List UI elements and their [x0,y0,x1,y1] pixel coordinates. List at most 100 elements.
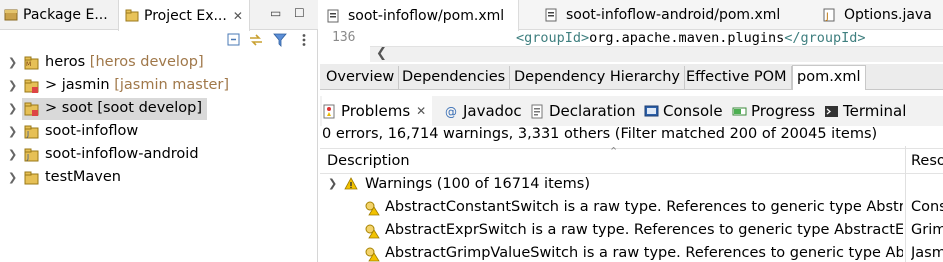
bottom-view-tabbar: Problems ✕ @ Javadoc Declaration Console [320,96,943,126]
java-project-icon: J [24,147,40,163]
tab-pom-xml[interactable]: pom.xml [792,65,866,90]
tab-soot-infoflow-pom[interactable]: soot-infoflow/pom.xml [320,0,520,31]
xml-file-icon [544,8,558,22]
row-resource: Cons [911,199,943,215]
svg-text:M: M [26,61,31,68]
editor-tab-label: Options.java [844,7,932,23]
svg-text:J: J [26,153,29,161]
tree-item-soot[interactable]: ❯ > soot [soot develop] [0,98,318,120]
editor-tab-label: soot-infoflow/pom.xml [348,7,505,24]
tab-problems[interactable]: Problems ✕ [322,96,433,126]
tab-progress[interactable]: Progress [732,96,815,126]
tree-item-testmaven[interactable]: ❯ testMaven [0,167,318,189]
tab-dependencies[interactable]: Dependencies [398,66,511,90]
xml-file-icon [326,9,340,23]
package-explorer-icon [4,8,18,22]
project-folder-icon [24,170,40,186]
view-tab-label: Terminal [843,102,907,120]
tab-options-java[interactable]: J Options.java [822,0,932,30]
tab-project-explorer[interactable]: Project Ex... ✕ [118,0,250,31]
chevron-right-icon[interactable]: ❯ [8,148,17,161]
warning-icon [364,246,380,262]
table-row[interactable]: AbstractConstantSwitch is a raw type. Re… [320,197,943,220]
svg-text:J: J [825,12,829,22]
git-project-icon [24,78,40,94]
java-project-icon: J [24,124,40,140]
git-branch-label: [jasmin master] [114,77,230,93]
project-name: > jasmin [45,77,110,93]
group-label: Warnings (100 of 16714 items) [365,176,591,192]
chevron-right-icon[interactable]: ❯ [8,171,17,184]
pom-editor-tabs: Overview Dependencies Dependency Hierarc… [320,64,943,90]
tab-package-explorer[interactable]: Package E... [4,0,108,30]
minimize-icon[interactable]: ▭ [270,6,281,20]
tab-project-explorer-label: Project Ex... [144,7,227,24]
editor-tabbar: soot-infoflow/pom.xml soot-infoflow-andr… [320,0,943,31]
tab-dependency-hierarchy[interactable]: Dependency Hierarchy [510,66,685,90]
tab-declaration[interactable]: Declaration [530,96,635,126]
link-with-editor-icon[interactable] [248,32,264,48]
terminal-icon [824,104,839,119]
tree-item-jasmin[interactable]: ❯ > jasmin [jasmin master] [0,75,318,97]
tab-console[interactable]: Console [644,96,723,126]
tab-package-explorer-label: Package E... [23,7,108,23]
declaration-icon [530,104,545,119]
view-tab-label: Declaration [549,102,636,120]
xml-text: org.apache.maven.plugins [589,30,785,46]
maven-project-icon: M [24,55,40,71]
close-icon[interactable]: ✕ [416,104,426,118]
column-header-description[interactable]: Description [327,153,410,169]
chevron-right-icon[interactable]: ❯ [8,125,17,138]
table-group-row[interactable]: ❯ Warnings (100 of 16714 items) [320,174,943,197]
close-icon[interactable]: ✕ [233,9,243,23]
sort-indicator-icon: ⌃ [609,145,619,158]
project-name: soot-infoflow [45,123,139,139]
javadoc-icon: @ [444,104,459,119]
console-icon [644,104,659,119]
progress-icon [732,104,747,119]
row-resource: Jasm [911,245,943,261]
tab-soot-infoflow-android-pom[interactable]: soot-infoflow-android/pom.xml [544,0,780,30]
problems-icon [322,104,337,119]
code-line: <groupId>org.apache.maven.plugins</group… [516,30,866,46]
tree-item-heros[interactable]: ❯ M heros [heros develop] [0,52,318,74]
tab-overview[interactable]: Overview [322,66,400,90]
maximize-icon[interactable]: ☐ [294,6,305,20]
chevron-right-icon[interactable]: ❯ [8,102,17,115]
warning-icon [344,177,360,193]
java-file-icon: J [822,8,836,22]
chevron-right-icon[interactable]: ❯ [8,79,17,92]
problems-table: ⌃ Description Reso ❯ Warnings (100 of 16… [320,145,943,262]
svg-text:J: J [26,130,29,138]
view-tab-label: Problems [341,102,411,120]
scroll-left-icon[interactable]: ❮ [376,46,387,61]
tab-terminal[interactable]: Terminal [824,96,906,126]
row-resource: Grim [911,222,943,238]
row-description: AbstractExprSwitch is a raw type. Refere… [385,222,903,238]
project-name: soot-infoflow-android [45,146,199,162]
table-row[interactable]: AbstractGrimpValueSwitch is a raw type. … [320,243,943,262]
collapse-all-icon[interactable] [226,32,242,48]
horizontal-scrollbar[interactable]: ❮ [370,46,943,62]
warning-icon [364,223,380,239]
view-tab-label: Console [663,102,723,120]
tab-javadoc[interactable]: @ Javadoc [444,96,522,126]
filter-icon[interactable] [272,32,288,48]
project-name: > soot [soot develop] [45,100,202,116]
editor-area: soot-infoflow/pom.xml soot-infoflow-andr… [320,0,943,262]
git-branch-label: [heros develop] [89,54,204,70]
row-description: AbstractGrimpValueSwitch is a raw type. … [385,245,903,261]
project-name: testMaven [45,169,121,185]
editor-tab-label: soot-infoflow-android/pom.xml [566,7,781,23]
project-name: heros [45,54,86,70]
view-menu-icon[interactable] [296,32,312,48]
table-header: ⌃ Description Reso [320,145,943,174]
chevron-right-icon[interactable]: ❯ [8,56,17,69]
tab-effective-pom[interactable]: Effective POM [682,66,792,90]
table-row[interactable]: AbstractExprSwitch is a raw type. Refere… [320,220,943,243]
tree-item-soot-infoflow[interactable]: ❯ J soot-infoflow [0,121,318,143]
column-header-resource[interactable]: Reso [911,153,943,169]
tree-item-soot-infoflow-android[interactable]: ❯ J soot-infoflow-android [0,144,318,166]
line-number: 136 [332,30,356,45]
chevron-down-icon[interactable]: ❯ [328,177,337,190]
